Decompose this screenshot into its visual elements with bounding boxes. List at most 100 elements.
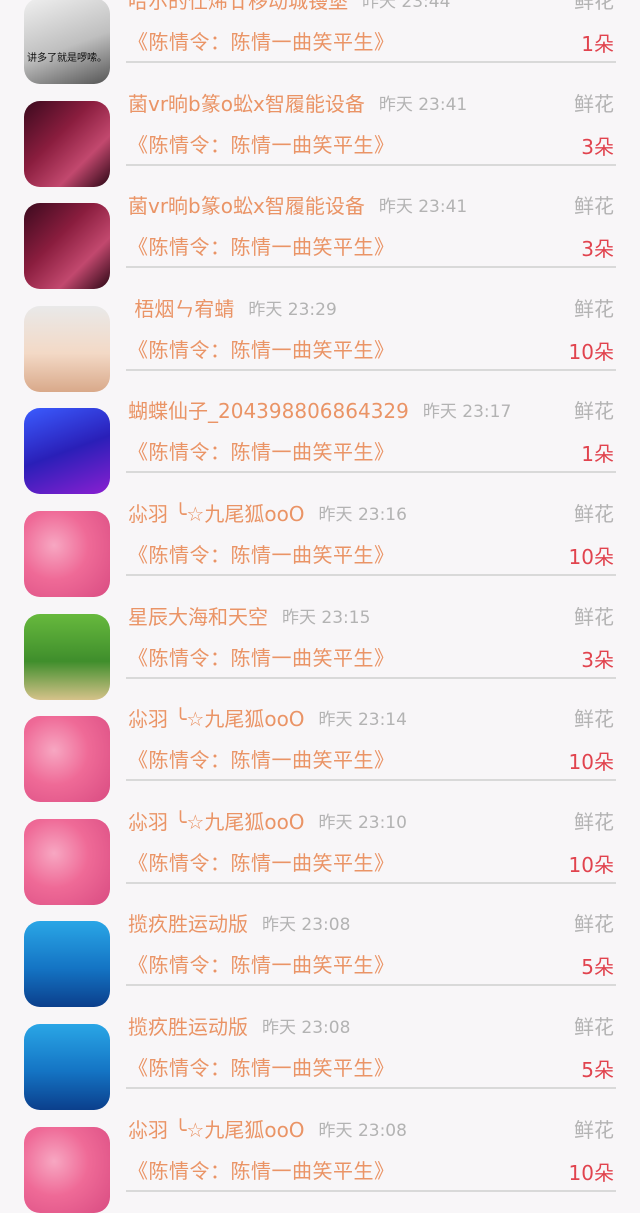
sender-name-text[interactable]: 尛羽 ╰☆九尾狐ooO: [128, 502, 305, 526]
timestamp: 昨天 23:08: [262, 915, 351, 936]
timestamp: 昨天 23:29: [248, 299, 337, 320]
row-divider: [126, 676, 616, 679]
timestamp: 昨天 23:14: [318, 710, 407, 731]
row-divider: [126, 471, 616, 474]
gift-type: 鲜花: [574, 91, 614, 116]
book-title[interactable]: 《陈情令：陈情一曲笑平生》: [128, 744, 395, 773]
avatar-photo-party[interactable]: [24, 100, 110, 187]
timestamp: 昨天 23:08: [262, 1017, 351, 1038]
gift-type: 鲜花: [574, 296, 614, 321]
gift-record-row[interactable]: 讲多了就是啰嗦。 哈尔的仕烯廿移动城镘堡 昨天 23:44 鲜花《陈情令：陈情一曲笑平…: [0, 0, 640, 84]
gift-count: 10朵: [568, 1160, 614, 1185]
avatar-photo-pink[interactable]: [24, 818, 110, 905]
gift-record-row[interactable]: 尛羽 ╰☆九尾狐ooO 昨天 23:14 鲜花《陈情令：陈情一曲笑平生》 10朵: [0, 699, 640, 803]
sender-name[interactable]: 揽疚胜运动版 昨天 23:08: [128, 1011, 350, 1040]
avatar-photo-ad[interactable]: [24, 408, 110, 495]
sender-name[interactable]: 尛羽 ╰☆九尾狐ooO 昨天 23:08: [128, 1114, 407, 1143]
gift-record-row[interactable]: 蝴蝶仙子_204398806864329 昨天 23:17 鲜花《陈情令：陈情一曲笑…: [0, 391, 640, 495]
timestamp: 昨天 23:41: [378, 94, 468, 115]
gift-record-row[interactable]: 菌vr晌b篆o蚣x智履能设备 昨天 23:41 鲜花《陈情令：陈情一曲笑平生》 3朵: [0, 84, 640, 187]
gift-type: 鲜花: [574, 707, 614, 732]
sender-name-text[interactable]: 菌vr晌b篆o蚣x智履能设备: [128, 194, 365, 218]
gift-count: 3朵: [581, 134, 614, 159]
sender-name-text[interactable]: 哈尔的仕烯廿移动城镘堡: [128, 0, 348, 13]
gift-type: 鲜花: [574, 809, 614, 834]
row-divider: [126, 881, 616, 884]
book-title[interactable]: 《陈情令：陈情一曲笑平生》: [128, 847, 395, 876]
book-title[interactable]: 《陈情令：陈情一曲笑平生》: [128, 436, 395, 465]
gift-count: 5朵: [581, 1057, 614, 1082]
row-divider: [126, 1086, 616, 1089]
row-divider: [126, 779, 616, 782]
timestamp: 昨天 23:15: [282, 607, 371, 628]
book-title[interactable]: 《陈情令：陈情一曲笑平生》: [128, 129, 395, 158]
book-title[interactable]: 《陈情令：陈情一曲笑平生》: [128, 539, 395, 568]
sender-name[interactable]: 揽疚胜运动版 昨天 23:08: [128, 908, 350, 937]
avatar-photo-pink[interactable]: [24, 1126, 110, 1213]
sender-name-text[interactable]: 梧烟ㄣ宥蜻: [128, 297, 234, 321]
sender-name-text[interactable]: 尛羽 ╰☆九尾狐ooO: [128, 810, 305, 834]
gift-record-row[interactable]: 尛羽 ╰☆九尾狐ooO 昨天 23:10 鲜花《陈情令：陈情一曲笑平生》 10朵: [0, 802, 640, 905]
sender-name-text[interactable]: 星辰大海和天空: [128, 605, 268, 629]
sender-name-text[interactable]: 尛羽 ╰☆九尾狐ooO: [128, 1118, 305, 1142]
book-title[interactable]: 《陈情令：陈情一曲笑平生》: [128, 1155, 395, 1184]
avatar-photo-pink[interactable]: [24, 716, 110, 803]
avatar-photo-child[interactable]: [24, 305, 110, 392]
sender-name-text[interactable]: 揽疚胜运动版: [128, 912, 248, 936]
gift-record-row[interactable]: 尛羽 ╰☆九尾狐ooO 昨天 23:16 鲜花《陈情令：陈情一曲笑平生》 10朵: [0, 494, 640, 597]
timestamp: 昨天 23:16: [318, 504, 407, 525]
book-title[interactable]: 《陈情令：陈情一曲笑平生》: [128, 26, 395, 55]
gift-type: 鲜花: [574, 0, 614, 13]
row-divider: [126, 368, 616, 371]
timestamp: 昨天 23:41: [378, 197, 468, 218]
row-divider: [126, 266, 616, 269]
avatar-photo-text[interactable]: 讲多了就是啰嗦。: [24, 0, 110, 84]
book-title[interactable]: 《陈情令：陈情一曲笑平生》: [128, 1052, 395, 1081]
sender-name-text[interactable]: 尛羽 ╰☆九尾狐ooO: [128, 707, 305, 731]
gift-record-row[interactable]: 揽疚胜运动版 昨天 23:08 鲜花《陈情令：陈情一曲笑平生》 5朵: [0, 1007, 640, 1110]
row-divider: [126, 163, 616, 166]
sender-name-text[interactable]: 蝴蝶仙子_204398806864329: [128, 399, 409, 423]
book-title[interactable]: 《陈情令：陈情一曲笑平生》: [128, 334, 395, 363]
gift-count: 3朵: [581, 237, 614, 262]
avatar-cartoon-glasses[interactable]: [24, 613, 110, 700]
book-title[interactable]: 《陈情令：陈情一曲笑平生》: [128, 642, 395, 671]
gift-record-row[interactable]: 尛羽 ╰☆九尾狐ooO 昨天 23:08 鲜花 《陈情令：陈情一曲笑平生》 10朵: [0, 1110, 640, 1213]
gift-count: 10朵: [568, 750, 614, 775]
sender-name[interactable]: 菌vr晌b篆o蚣x智履能设备 昨天 23:41: [128, 88, 467, 117]
book-title[interactable]: 《陈情令：陈情一曲笑平生》: [128, 231, 395, 260]
gift-type: 鲜花: [574, 399, 614, 424]
avatar-caption: 讲多了就是啰嗦。: [27, 53, 107, 64]
gift-record-row[interactable]: 星辰大海和天空 昨天 23:15 鲜花《陈情令：陈情一曲笑平生》 3朵: [0, 597, 640, 700]
sender-name[interactable]: 尛羽 ╰☆九尾狐ooO 昨天 23:16: [128, 498, 407, 527]
gift-count: 1朵: [581, 32, 614, 56]
sender-name[interactable]: 蝴蝶仙子_204398806864329 昨天 23:17: [128, 395, 511, 424]
avatar-photo-party[interactable]: [24, 203, 110, 290]
avatar-photo-fish[interactable]: [24, 1023, 110, 1110]
row-divider: [126, 573, 616, 576]
sender-name[interactable]: 梧烟ㄣ宥蜻 昨天 23:29: [128, 293, 337, 322]
sender-name[interactable]: 菌vr晌b篆o蚣x智履能设备 昨天 23:41: [128, 190, 467, 219]
sender-name[interactable]: 星辰大海和天空 昨天 23:15: [128, 601, 370, 630]
gift-count: 5朵: [581, 955, 614, 980]
avatar-photo-pink[interactable]: [24, 510, 110, 597]
gift-record-list: 讲多了就是啰嗦。 哈尔的仕烯廿移动城镘堡 昨天 23:44 鲜花 《陈情令：陈情一曲笑平…: [0, 0, 640, 1213]
sender-name-text[interactable]: 菌vr晌b篆o蚣x智履能设备: [128, 92, 365, 116]
avatar-photo-fish[interactable]: [24, 921, 110, 1008]
sender-name[interactable]: 尛羽 ╰☆九尾狐ooO 昨天 23:10: [128, 806, 407, 835]
gift-type: 鲜花: [574, 501, 614, 526]
gift-count: 10朵: [568, 544, 614, 569]
book-title[interactable]: 《陈情令：陈情一曲笑平生》: [128, 949, 395, 978]
gift-count: 3朵: [581, 647, 614, 672]
gift-type: 鲜花: [574, 194, 614, 219]
gift-record-row[interactable]: 梧烟ㄣ宥蜻 昨天 23:29 鲜花 《陈情令：陈情一曲笑平生》 10朵: [0, 289, 640, 392]
gift-record-row[interactable]: 菌vr晌b篆o蚣x智履能设备 昨天 23:41 鲜花《陈情令：陈情一曲笑平生》 3朵: [0, 186, 640, 290]
sender-name[interactable]: 哈尔的仕烯廿移动城镘堡 昨天 23:44: [128, 0, 450, 14]
gift-type: 鲜花: [574, 604, 614, 629]
sender-name-text[interactable]: 揽疚胜运动版: [128, 1015, 248, 1039]
sender-name[interactable]: 尛羽 ╰☆九尾狐ooO 昨天 23:14: [128, 703, 407, 732]
gift-count: 10朵: [568, 852, 614, 877]
gift-type: 鲜花: [574, 1014, 614, 1039]
gift-record-row[interactable]: 揽疚胜运动版 昨天 23:08 鲜花 《陈情令：陈情一曲笑平生》 5朵: [0, 904, 640, 1008]
timestamp: 昨天 23:10: [318, 812, 407, 833]
